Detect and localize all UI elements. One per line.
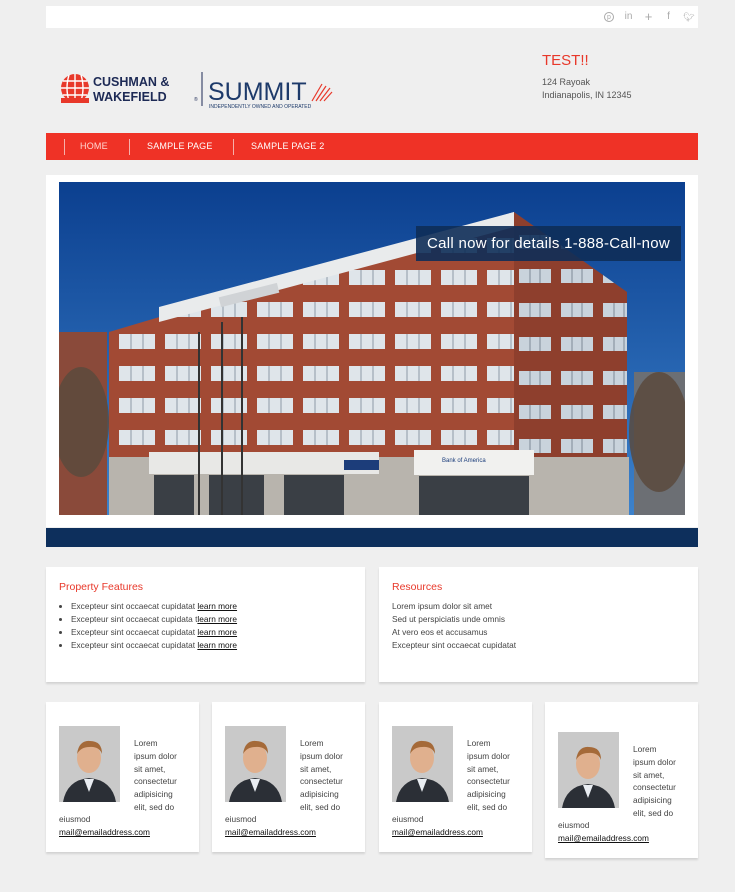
agent-bio-tail: eiusmod <box>225 814 257 824</box>
google-plus-icon[interactable]: + <box>643 10 654 23</box>
call-now-callout[interactable]: Call now for details 1-888-Call-now <box>416 226 681 261</box>
social-bar: p in + f 🐦︎ <box>46 6 698 28</box>
agent-bio-tail: eiusmod <box>59 814 91 824</box>
agent-bio: Lorem ipsum dolor sit amet, consectetur adi… <box>633 744 676 818</box>
learn-more-link[interactable]: learn more <box>197 614 237 624</box>
list-item: Excepteur sint occaecat cupidatat learn … <box>71 639 237 652</box>
list-item: Excepteur sint occaecat cupidatat learn … <box>71 600 237 613</box>
contact-address-line2: Indianapolis, IN 12345 <box>542 90 632 100</box>
agent-email-link[interactable]: mail@emailaddress.com <box>558 832 649 845</box>
agent-bio: Lorem ipsum dolor sit amet, consectetur adi… <box>467 738 510 812</box>
list-item: Excepteur sint occaecat cupidatat learn … <box>71 626 237 639</box>
agent-photo <box>392 726 453 802</box>
agent-card: Lorem ipsum dolor sit amet, consectetur adi… <box>545 702 698 858</box>
agent-photo <box>225 726 286 802</box>
globe-icon <box>61 74 89 103</box>
nav-item-home[interactable]: HOME <box>80 133 108 160</box>
property-features-card: Property Features Excepteur sint occaeca… <box>46 567 365 682</box>
agent-email-link[interactable]: mail@emailaddress.com <box>392 826 483 839</box>
resource-item[interactable]: Lorem ipsum dolor sit amet <box>392 600 516 613</box>
svg-text:INDEPENDENTLY OWNED AND OPERAT: INDEPENDENTLY OWNED AND OPERATED <box>209 104 312 110</box>
main-nav: HOME SAMPLE PAGE SAMPLE PAGE 2 <box>46 133 698 160</box>
contact-title: TEST!! <box>542 52 589 69</box>
agent-photo <box>59 726 120 802</box>
nav-divider <box>64 139 65 155</box>
resources-title: Resources <box>392 581 443 593</box>
nav-divider <box>129 139 130 155</box>
nav-item-sample-page[interactable]: SAMPLE PAGE <box>147 133 213 160</box>
agent-bio: Lorem ipsum dolor sit amet, consectetur adi… <box>134 738 177 812</box>
resources-card: Resources Lorem ipsum dolor sit amet Sed… <box>379 567 698 682</box>
resource-item[interactable]: Excepteur sint occaecat cupidatat <box>392 639 516 652</box>
list-item: Excepteur sint occaecat cupidata tlearn … <box>71 613 237 626</box>
twitter-icon[interactable]: 🐦︎ <box>683 11 694 23</box>
contact-address-line1: 124 Rayoak <box>542 77 591 87</box>
resources-list: Lorem ipsum dolor sit amet Sed ut perspi… <box>392 600 516 652</box>
feature-list: Excepteur sint occaecat cupidatat learn … <box>59 600 237 652</box>
facebook-icon[interactable]: f <box>663 11 674 23</box>
resource-item[interactable]: Sed ut perspiciatis unde omnis <box>392 613 516 626</box>
agent-bio-tail: eiusmod <box>558 820 590 830</box>
learn-more-link[interactable]: learn more <box>197 640 237 650</box>
company-logo[interactable]: CUSHMAN & WAKEFIELD ® SUMMIT INDEPENDENT… <box>60 68 340 112</box>
nav-item-sample-page-2[interactable]: SAMPLE PAGE 2 <box>251 133 324 160</box>
linkedin-icon[interactable]: in <box>623 11 634 23</box>
agent-card: Lorem ipsum dolor sit amet, consectetur adi… <box>212 702 365 852</box>
pinterest-icon[interactable]: p <box>604 12 614 22</box>
agent-card: Lorem ipsum dolor sit amet, consectetur adi… <box>379 702 532 852</box>
agent-email-link[interactable]: mail@emailaddress.com <box>59 826 150 839</box>
resource-item[interactable]: At vero eos et accusamus <box>392 626 516 639</box>
agent-card: Lorem ipsum dolor sit amet, consectetur adi… <box>46 702 199 852</box>
nav-divider <box>233 139 234 155</box>
agent-photo <box>558 732 619 808</box>
agent-email-link[interactable]: mail@emailaddress.com <box>225 826 316 839</box>
svg-text:®: ® <box>194 96 198 103</box>
learn-more-link[interactable]: learn more <box>197 627 237 637</box>
svg-text:Bank of America: Bank of America <box>442 458 486 464</box>
property-features-title: Property Features <box>59 581 144 593</box>
hero-footer-bar <box>46 528 698 547</box>
agent-bio-tail: eiusmod <box>392 814 424 824</box>
agent-bio: Lorem ipsum dolor sit amet, consectetur adi… <box>300 738 343 812</box>
svg-text:WAKEFIELD: WAKEFIELD <box>93 90 167 104</box>
svg-text:SUMMIT: SUMMIT <box>208 78 307 106</box>
learn-more-link[interactable]: learn more <box>197 601 237 611</box>
svg-text:CUSHMAN &: CUSHMAN & <box>93 75 169 89</box>
